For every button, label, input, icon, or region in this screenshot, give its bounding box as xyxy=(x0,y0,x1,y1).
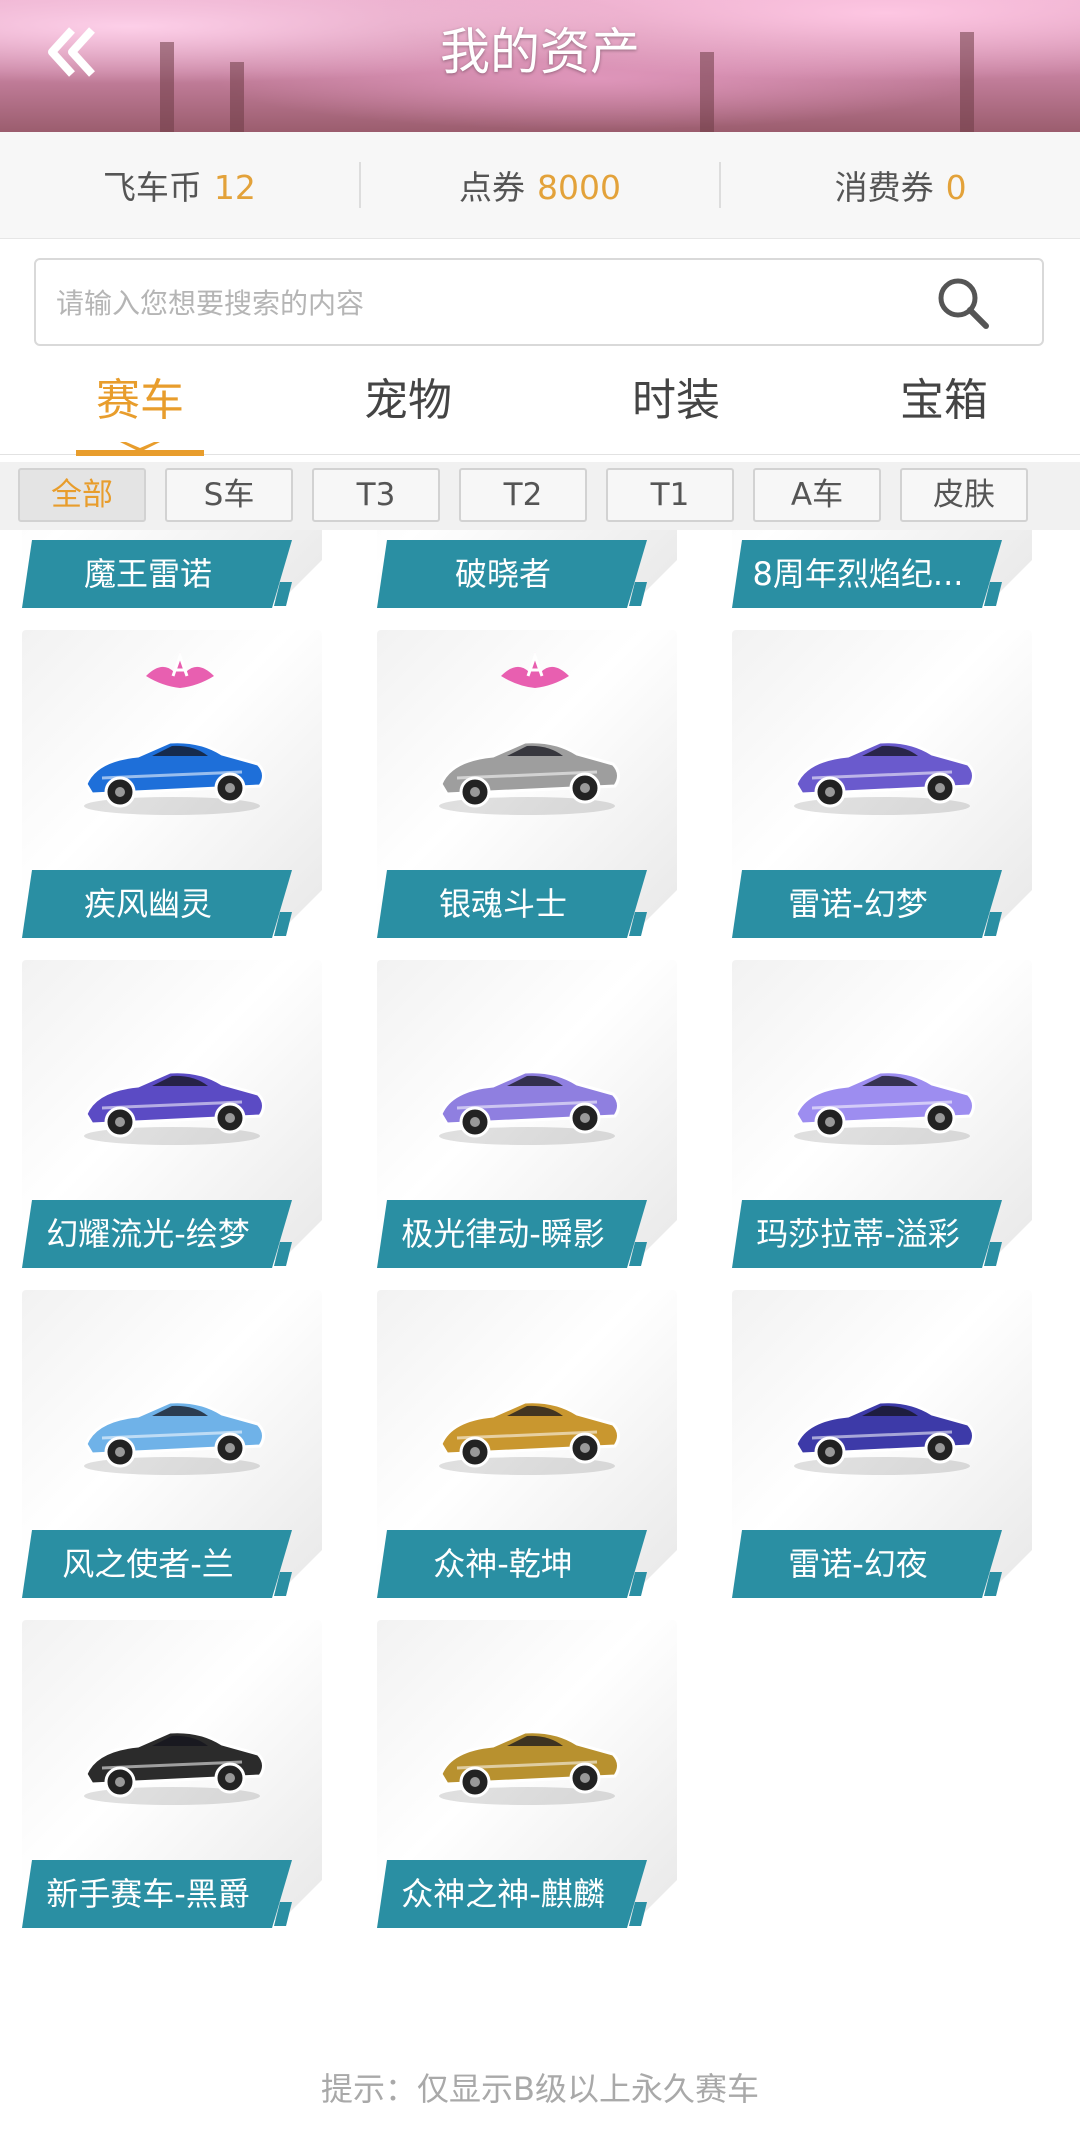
car-card[interactable]: 雷诺-幻梦 xyxy=(712,630,1052,942)
currency-label: 消费券 xyxy=(834,168,934,207)
car-card[interactable]: 疾风幽灵 xyxy=(2,630,342,942)
tab-pet[interactable]: 宠物 xyxy=(274,362,542,440)
car-name: 玛莎拉蒂-溢彩 xyxy=(756,1215,960,1253)
category-tabs: 赛车 宠物 时装 宝箱 xyxy=(0,362,1080,456)
currency-value: 0 xyxy=(945,168,967,207)
car-name: 众神之神-麒麟 xyxy=(401,1875,605,1913)
car-name: 魔王雷诺 xyxy=(83,555,212,593)
car-card[interactable]: 风之使者-兰 xyxy=(2,1290,342,1602)
a-rank-badge-icon xyxy=(501,651,569,688)
race-car-image xyxy=(84,1400,265,1475)
currency-value: 12 xyxy=(213,168,256,207)
car-name: 极光律动-瞬影 xyxy=(401,1215,605,1253)
hint-text: 提示：仅显示B级以上永久赛车 xyxy=(321,2070,759,2108)
currency-points: 点券 8000 xyxy=(361,161,720,209)
tab-fashion[interactable]: 时装 xyxy=(542,362,810,440)
search-input[interactable] xyxy=(54,260,938,346)
car-card[interactable]: 破晓者 xyxy=(357,530,697,612)
race-car-image xyxy=(439,1400,620,1475)
filter-s-car[interactable]: S车 xyxy=(165,468,293,522)
filter-all[interactable]: 全部 xyxy=(18,468,146,522)
race-car-image xyxy=(84,1730,265,1805)
car-card[interactable]: 新手赛车-黑爵 xyxy=(2,1620,342,1932)
race-car-image xyxy=(84,1070,265,1145)
tab-racecar[interactable]: 赛车 xyxy=(6,362,274,440)
car-name: 雷诺-幻夜 xyxy=(788,1545,928,1583)
car-card[interactable]: 众神-乾坤 xyxy=(357,1290,697,1602)
car-name: 风之使者-兰 xyxy=(62,1545,234,1583)
car-name: 8周年烈焰纪... xyxy=(752,555,964,593)
currency-bar: 飞车币 12 点券 8000 消费券 0 xyxy=(0,132,1080,239)
car-card[interactable]: 幻耀流光-绘梦 xyxy=(2,960,342,1272)
car-name: 银魂斗士 xyxy=(438,885,567,923)
filter-t3[interactable]: T3 xyxy=(312,468,440,522)
car-card[interactable]: 众神之神-麒麟 xyxy=(357,1620,697,1932)
currency-value: 8000 xyxy=(537,168,621,207)
car-card[interactable]: 8周年烈焰纪... xyxy=(712,530,1052,612)
filter-skin[interactable]: 皮肤 xyxy=(900,468,1028,522)
car-card[interactable]: 玛莎拉蒂-溢彩 xyxy=(712,960,1052,1272)
search-icon[interactable] xyxy=(934,274,992,332)
filter-a-car[interactable]: A车 xyxy=(753,468,881,522)
car-card[interactable]: 雷诺-幻夜 xyxy=(712,1290,1052,1602)
car-name: 疾风幽灵 xyxy=(83,885,212,923)
search-bar xyxy=(34,258,1044,346)
filter-bar: 全部 S车 T3 T2 T1 A车 皮肤 xyxy=(0,462,1080,530)
race-car-image xyxy=(439,1070,620,1145)
active-tab-indicator xyxy=(76,442,204,456)
race-car-image xyxy=(439,1730,620,1805)
race-car-image xyxy=(794,1070,975,1145)
filter-t1[interactable]: T1 xyxy=(606,468,734,522)
a-rank-badge-icon xyxy=(146,651,214,688)
car-card[interactable]: 极光律动-瞬影 xyxy=(357,960,697,1272)
tab-chest[interactable]: 宝箱 xyxy=(810,362,1078,440)
race-car-image xyxy=(794,1400,975,1475)
filter-t2[interactable]: T2 xyxy=(459,468,587,522)
page-title: 我的资产 xyxy=(440,23,640,81)
currency-coin: 飞车币 12 xyxy=(0,161,359,209)
car-name: 雷诺-幻梦 xyxy=(788,885,928,923)
race-car-image xyxy=(439,740,620,815)
car-name: 破晓者 xyxy=(454,555,551,593)
currency-label: 点券 xyxy=(459,168,526,207)
car-card[interactable]: 魔王雷诺 xyxy=(2,530,342,612)
currency-label: 飞车币 xyxy=(102,168,202,207)
car-grid: 魔王雷诺 破晓者 8周年烈焰纪... 疾风幽灵 银魂斗士 雷诺-幻梦幻耀流光-绘梦 极光律动… xyxy=(0,530,1080,2030)
race-car-image xyxy=(84,740,265,815)
car-name: 幻耀流光-绘梦 xyxy=(46,1215,250,1253)
car-name: 新手赛车-黑爵 xyxy=(46,1875,250,1913)
car-card[interactable]: 银魂斗士 xyxy=(357,630,697,942)
race-car-image xyxy=(794,740,975,815)
currency-voucher: 消费券 0 xyxy=(721,161,1080,209)
app-header: 我的资产 xyxy=(0,0,1080,132)
car-name: 众神-乾坤 xyxy=(433,1545,573,1583)
